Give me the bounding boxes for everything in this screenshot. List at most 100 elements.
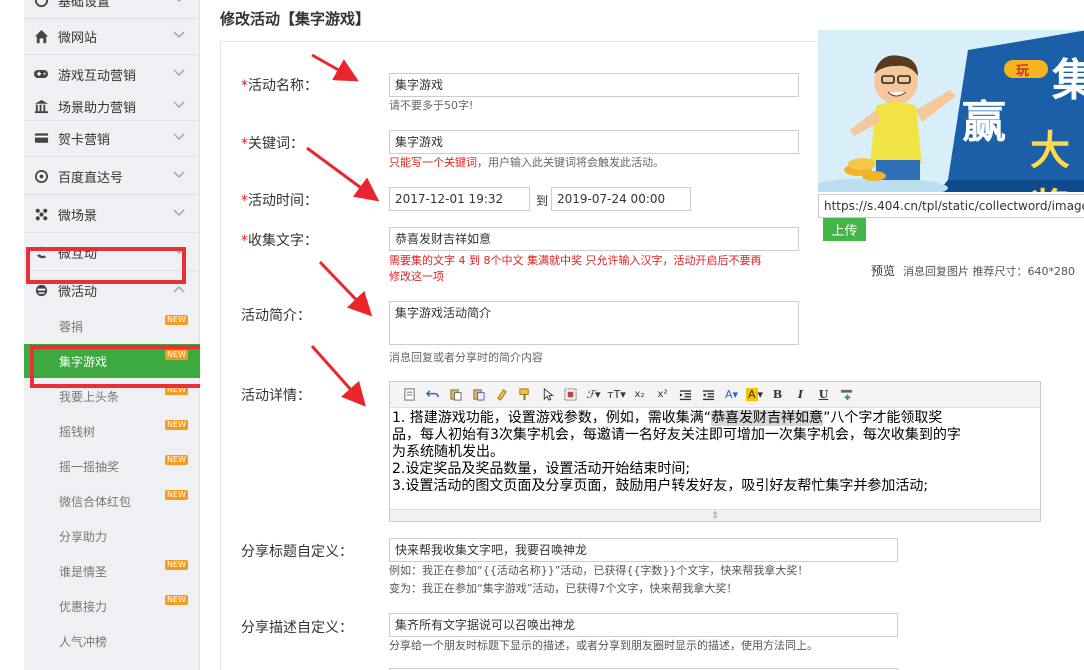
paste-text-icon[interactable] xyxy=(467,385,490,405)
sidebar-subitem-label: 摇钱树 xyxy=(59,424,96,439)
sidebar-subitem-collect-word[interactable]: 集字游戏 NEW xyxy=(24,344,200,378)
keyword-input[interactable]: 集字游戏 xyxy=(389,130,799,154)
font-family-icon[interactable]: ℱ▾ xyxy=(582,385,605,405)
sidebar-item-basic-settings[interactable]: 基础设置 xyxy=(24,0,200,18)
intro-textarea[interactable]: 集字游戏活动简介 xyxy=(389,301,799,345)
sidebar-item-micro-scene[interactable]: 微场景 xyxy=(24,196,200,232)
new-badge: NEW xyxy=(165,420,188,430)
home-icon xyxy=(32,27,50,45)
sidebar-subitem-label: 我要上头条 xyxy=(59,389,120,404)
new-badge: NEW xyxy=(165,490,188,500)
editor-text: ”八个字才能领取奖 xyxy=(823,410,943,426)
activity-icon xyxy=(32,281,50,299)
settings-icon xyxy=(32,0,50,9)
font-color-icon[interactable]: A▾ xyxy=(720,385,743,405)
sidebar-subitem-share-help[interactable]: 分享助力 xyxy=(24,519,200,553)
underline-icon[interactable]: U xyxy=(812,385,835,405)
select-all-icon[interactable] xyxy=(559,385,582,405)
outdent-icon[interactable] xyxy=(697,385,720,405)
required-mark: * xyxy=(241,78,248,94)
superscript-icon[interactable]: x² xyxy=(651,385,674,405)
sidebar-item-game-marketing[interactable]: 游戏互动营销 xyxy=(24,56,200,92)
new-badge: NEW xyxy=(165,595,188,605)
sidebar-subitem-label: 微信合体红包 xyxy=(59,494,132,509)
sidebar-item-label: 场景助力营销 xyxy=(58,100,137,116)
share-title-input[interactable]: 快来帮我收集文字吧，我要召唤神龙 xyxy=(389,538,898,562)
chevron-down-icon xyxy=(172,168,186,182)
card-icon xyxy=(32,129,50,147)
select-pointer-icon[interactable] xyxy=(536,385,559,405)
app-root: 基础设置 微网站 游戏互动营销 场景助力营销 贺卡营销 百度直达号 微场景 微互… xyxy=(0,0,1084,670)
sidebar-subitem-coupon-relay[interactable]: 优惠接力 NEW xyxy=(24,589,200,623)
image-url-input[interactable]: https://s.404.cn/tpl/static/collectword/… xyxy=(818,194,1084,218)
collect-text-label: *收集文字： xyxy=(241,230,318,250)
indent-icon[interactable] xyxy=(674,385,697,405)
italic-icon[interactable]: I xyxy=(789,385,812,405)
editor-content[interactable]: 1. 搭建游戏功能，设置游戏参数，例如，需收集满“恭喜发财吉祥如意”八个字才能领… xyxy=(390,408,1040,508)
label-text: 收集文字： xyxy=(248,233,318,249)
paste-icon[interactable] xyxy=(444,385,467,405)
format-brush-icon[interactable] xyxy=(513,385,536,405)
share-desc-input[interactable]: 集齐所有文字据说可以召唤出神龙 xyxy=(389,613,898,637)
new-badge: NEW xyxy=(165,350,188,360)
main-content: 修改活动【集字游戏】 *活动名称： 集字游戏 请不要多于50字! *关键词： 集… xyxy=(200,0,1084,670)
editor-toolbar: ℱ▾ тT▾ x₂ x² A▾ A ▾ B I U xyxy=(390,382,1040,408)
collect-text-input[interactable]: 恭喜发财吉祥如意 xyxy=(389,227,799,251)
subscript-icon[interactable]: x₂ xyxy=(628,385,651,405)
upload-button[interactable]: 上传 xyxy=(823,218,866,241)
activity-name-input[interactable]: 集字游戏 xyxy=(389,73,799,97)
sidebar-item-label: 微互动 xyxy=(58,246,98,262)
clear-format-icon[interactable] xyxy=(490,385,513,405)
intro-hint: 消息回复或者分享时的简介内容 xyxy=(389,351,543,364)
rich-text-editor[interactable]: ℱ▾ тT▾ x₂ x² A▾ A ▾ B I U 1. 搭建游戏功能，设置游戏参… xyxy=(389,381,1041,522)
sidebar-subitem-headline[interactable]: 我要上头条 NEW xyxy=(24,379,200,413)
label-text: 活动名称： xyxy=(248,78,318,94)
editor-line: 1. 搭建游戏功能，设置游戏参数，例如，需收集满“恭喜发财吉祥如意”八个字才能领… xyxy=(392,410,1038,427)
sidebar-item-micro-activity[interactable]: 微活动 xyxy=(24,272,200,308)
time-separator: 到 xyxy=(536,194,549,208)
intro-label: 活动简介： xyxy=(241,308,311,324)
banner-text-collect: 集 xyxy=(1052,55,1084,106)
background-color-icon[interactable]: A ▾ xyxy=(743,385,766,405)
source-icon[interactable] xyxy=(398,385,421,405)
sidebar-subitem-donate[interactable]: 蓉捐 NEW xyxy=(24,309,200,343)
sidebar-item-baidu[interactable]: 百度直达号 xyxy=(24,158,200,194)
divider xyxy=(24,156,200,157)
bold-icon[interactable]: B xyxy=(766,385,789,405)
sidebar-item-label: 微场景 xyxy=(58,208,98,224)
sidebar-subitem-popularity[interactable]: 人气冲榜 xyxy=(24,624,200,658)
sidebar-subitem-red-packet[interactable]: 微信合体红包 NEW xyxy=(24,484,200,518)
scene-icon xyxy=(32,205,50,223)
activity-name-hint: 请不要多于50字! xyxy=(389,99,474,112)
sidebar-item-label: 基础设置 xyxy=(58,0,111,10)
preview-link[interactable]: 预览 xyxy=(871,262,895,279)
sidebar-item-label: 微网站 xyxy=(58,30,98,46)
sidebar-item-label: 贺卡营销 xyxy=(58,132,111,148)
sidebar-item-scene-marketing[interactable]: 场景助力营销 xyxy=(24,88,200,124)
font-size-icon[interactable]: тT▾ xyxy=(605,385,628,405)
undo-icon[interactable] xyxy=(421,385,444,405)
start-time-input[interactable]: 2017-12-01 19:32 xyxy=(389,187,530,211)
sidebar-subitem-shake-lottery[interactable]: 摇一摇抽奖 NEW xyxy=(24,449,200,483)
share-title-label: 分享标题自定义： xyxy=(241,544,353,560)
sidebar-item-label: 微活动 xyxy=(58,284,98,300)
keyword-hint-red: 只能写一个关键词 xyxy=(389,156,477,169)
divider xyxy=(24,232,200,233)
insert-image-icon[interactable] xyxy=(835,385,858,405)
editor-resize-handle[interactable]: ⇕ xyxy=(390,509,1040,521)
chevron-down-icon xyxy=(172,206,186,220)
sidebar-subitem-romantic[interactable]: 谁是情圣 NEW xyxy=(24,554,200,588)
end-time-input[interactable]: 2019-07-24 00:00 xyxy=(551,187,691,211)
page-title: 修改活动【集字游戏】 xyxy=(220,10,371,28)
sidebar-subitem-label: 分享助力 xyxy=(59,529,108,544)
required-mark: * xyxy=(241,193,248,209)
sidebar-item-microsite[interactable]: 微网站 xyxy=(24,18,200,54)
gamepad-icon xyxy=(32,65,50,83)
banner-text-win: 赢 xyxy=(962,97,1006,148)
required-mark: * xyxy=(241,233,248,249)
sidebar-subitem-money-tree[interactable]: 摇钱树 NEW xyxy=(24,414,200,448)
sidebar-item-label: 游戏互动营销 xyxy=(58,68,137,84)
chevron-up-icon xyxy=(172,282,186,296)
sidebar-item-card-marketing[interactable]: 贺卡营销 xyxy=(24,120,200,156)
sidebar-item-micro-interact[interactable]: 微互动 xyxy=(24,234,200,270)
